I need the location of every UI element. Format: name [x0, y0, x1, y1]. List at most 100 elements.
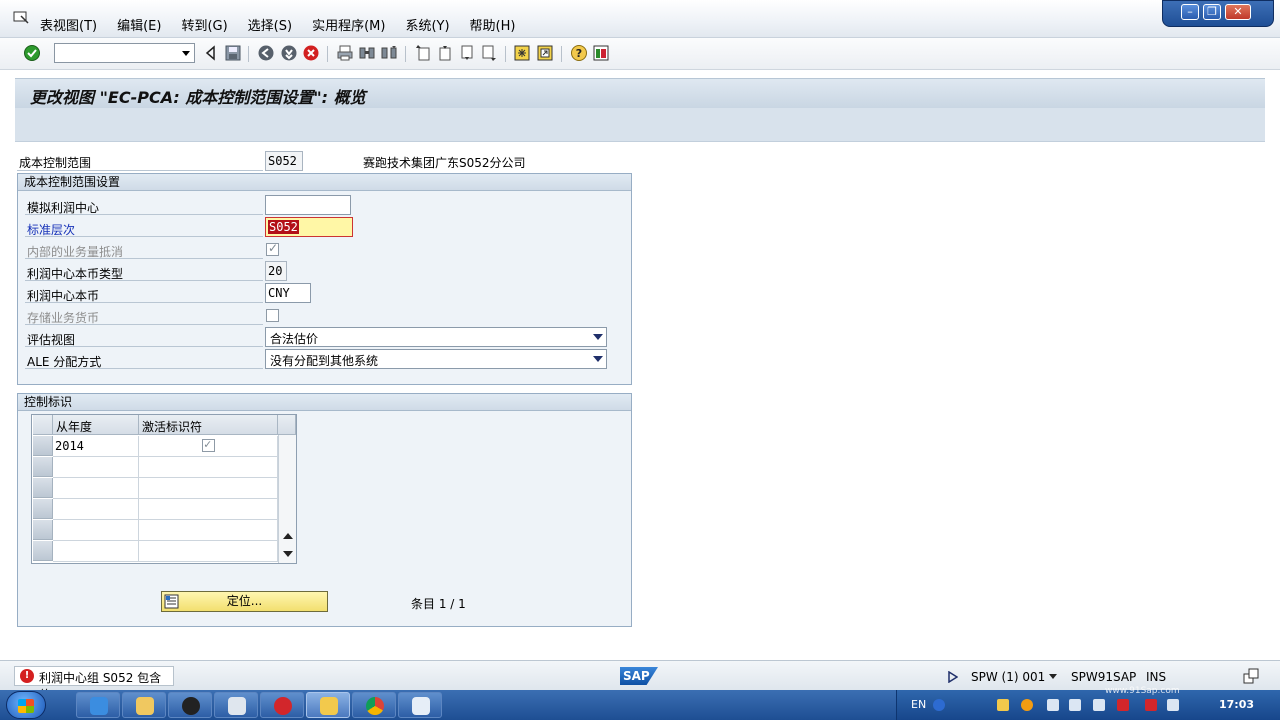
- dummy-profit-center-input[interactable]: [265, 195, 351, 215]
- table-cell-empty[interactable]: [139, 478, 278, 499]
- sap-logo: SAP: [620, 667, 658, 685]
- play-icon[interactable]: [948, 671, 958, 683]
- menu-selection[interactable]: 选择(S): [248, 15, 292, 34]
- row-selector[interactable]: [33, 520, 53, 540]
- cancel-icon[interactable]: [303, 45, 319, 61]
- table-cell-empty[interactable]: [53, 541, 139, 562]
- select-all-cell[interactable]: [33, 415, 53, 435]
- taskbar-explorer-icon[interactable]: [122, 692, 166, 718]
- volume-icon[interactable]: [1093, 699, 1105, 711]
- first-page-icon[interactable]: [415, 45, 431, 61]
- back-icon[interactable]: [258, 45, 274, 61]
- next-page-icon[interactable]: [459, 45, 475, 61]
- taskbar-ie-icon[interactable]: [76, 692, 120, 718]
- taskbar-paint-icon[interactable]: [398, 692, 442, 718]
- table-cell-empty[interactable]: [53, 457, 139, 478]
- column-header-active[interactable]: 激活标识符: [139, 415, 278, 435]
- taskbar-media-icon[interactable]: [260, 692, 304, 718]
- row-selector[interactable]: [33, 499, 53, 519]
- ale-distribution-dropdown[interactable]: 没有分配到其他系统: [265, 349, 607, 369]
- divider: [17, 170, 263, 171]
- taskbar-qq-icon[interactable]: [168, 692, 212, 718]
- column-header-from-year[interactable]: 从年度: [53, 415, 139, 435]
- previous-page-icon[interactable]: [437, 45, 453, 61]
- store-txn-currency-checkbox[interactable]: [266, 309, 279, 322]
- menu-system[interactable]: 系统(Y): [405, 15, 449, 34]
- tray-app-icon[interactable]: [997, 699, 1009, 711]
- system-menu-icon[interactable]: [13, 11, 29, 25]
- table-cell-empty[interactable]: [139, 520, 278, 541]
- row-selector[interactable]: [33, 436, 53, 456]
- error-icon: !: [20, 669, 34, 683]
- taskbar-sap-icon[interactable]: [306, 692, 350, 718]
- taskbar-notepad-icon[interactable]: [214, 692, 258, 718]
- scroll-down-icon[interactable]: [283, 551, 293, 557]
- minimize-icon[interactable]: –: [1181, 4, 1199, 20]
- find-next-icon[interactable]: [381, 45, 397, 61]
- elimination-internal-checkbox: [266, 241, 279, 256]
- command-field[interactable]: [54, 43, 195, 63]
- position-button-label: 定位...: [226, 594, 263, 608]
- column-settings-icon[interactable]: [278, 415, 296, 435]
- language-indicator[interactable]: EN: [911, 698, 926, 711]
- valuation-view-dropdown[interactable]: 合法估价: [265, 327, 607, 347]
- table-cell-empty[interactable]: [139, 541, 278, 562]
- chevron-down-icon[interactable]: [593, 356, 603, 362]
- shortcut-icon[interactable]: [537, 45, 553, 61]
- print-icon[interactable]: [337, 45, 353, 61]
- connection-icon[interactable]: [1243, 668, 1259, 684]
- pc-local-currency-input[interactable]: CNY: [265, 283, 311, 303]
- divider: [25, 368, 263, 369]
- start-button[interactable]: [6, 691, 46, 719]
- menu-table-view[interactable]: 表视图(T): [40, 15, 97, 34]
- standard-hierarchy-input[interactable]: S052: [265, 217, 353, 237]
- help-icon[interactable]: ?: [571, 45, 587, 61]
- status-message[interactable]: ! 利润中心组 S052 包含值: [14, 666, 174, 702]
- menu-utilities[interactable]: 实用程序(M): [312, 15, 385, 34]
- customize-layout-icon[interactable]: [593, 45, 609, 61]
- divider: [25, 258, 263, 259]
- chevron-down-icon[interactable]: [593, 334, 603, 340]
- usb-icon[interactable]: [1069, 699, 1081, 711]
- table-cell-empty[interactable]: [53, 499, 139, 520]
- table-cell-empty[interactable]: [53, 478, 139, 499]
- exit-icon[interactable]: [281, 45, 297, 61]
- save-icon[interactable]: [225, 45, 241, 61]
- help-icon[interactable]: [933, 699, 945, 711]
- restore-icon[interactable]: ❐: [1203, 4, 1221, 20]
- tray-app-icon[interactable]: [1117, 699, 1129, 711]
- find-icon[interactable]: [359, 45, 375, 61]
- enter-icon[interactable]: [24, 45, 40, 61]
- notification-icon[interactable]: [1167, 699, 1179, 711]
- back-arrow-icon[interactable]: [203, 45, 219, 61]
- table-cell-empty[interactable]: [139, 457, 278, 478]
- table-cell-year[interactable]: 2014: [53, 436, 139, 457]
- row-selector[interactable]: [33, 457, 53, 477]
- divider: [25, 214, 263, 215]
- menu-edit[interactable]: 编辑(E): [117, 15, 161, 34]
- taskbar-chrome-icon[interactable]: [352, 692, 396, 718]
- windows-taskbar: EN www.91Sap.com 17:03: [0, 686, 1280, 720]
- divider: [25, 302, 263, 303]
- clock[interactable]: 17:03: [1219, 698, 1254, 711]
- last-page-icon[interactable]: [481, 45, 497, 61]
- menu-goto[interactable]: 转到(G): [181, 15, 227, 34]
- vertical-scrollbar[interactable]: [278, 435, 296, 563]
- toolbar-separator: [561, 46, 562, 62]
- row-selector[interactable]: [33, 478, 53, 498]
- row-selector[interactable]: [33, 541, 53, 561]
- pc-local-currency-value: CNY: [268, 286, 290, 300]
- menu-help[interactable]: 帮助(H): [470, 15, 516, 34]
- tray-app-icon[interactable]: [1021, 699, 1033, 711]
- table-cell-empty[interactable]: [53, 520, 139, 541]
- create-session-icon[interactable]: [514, 45, 530, 61]
- position-button[interactable]: 定位...: [161, 591, 328, 612]
- chevron-down-icon[interactable]: [1049, 674, 1057, 679]
- close-icon[interactable]: ✕: [1225, 4, 1251, 20]
- chevron-down-icon[interactable]: [179, 45, 193, 61]
- scroll-up-icon[interactable]: [283, 533, 293, 539]
- bluetooth-icon[interactable]: [1047, 699, 1059, 711]
- table-cell-empty[interactable]: [139, 499, 278, 520]
- network-icon[interactable]: [1145, 699, 1157, 711]
- controlling-area-field: S052: [265, 151, 303, 171]
